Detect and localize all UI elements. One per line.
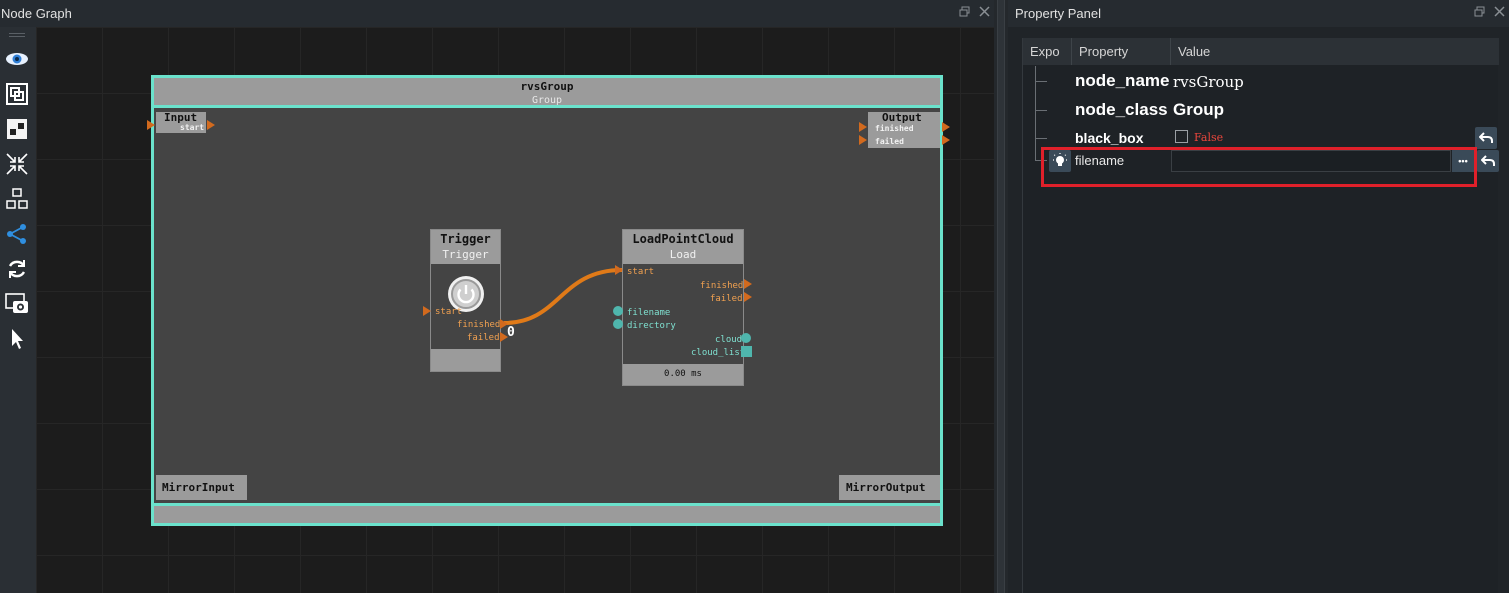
load-out-data-cloud-list[interactable] bbox=[741, 346, 752, 357]
load-node-timing: 0.00 ms bbox=[664, 369, 702, 379]
property-value[interactable]: Group bbox=[1173, 100, 1224, 120]
trigger-port-failed: failed bbox=[467, 333, 500, 343]
load-node-header[interactable]: LoadPointCloud Load bbox=[623, 230, 743, 264]
load-node-subtitle: Load bbox=[669, 248, 697, 261]
property-panel-titlebar: Property Panel bbox=[1008, 0, 1509, 27]
property-row[interactable]: black_box False bbox=[1023, 127, 1499, 149]
trigger-port-start: start bbox=[435, 307, 463, 317]
reset-icon[interactable] bbox=[1477, 150, 1499, 172]
trigger-node-title: Trigger bbox=[440, 232, 491, 246]
column-header-property[interactable]: Property bbox=[1072, 38, 1171, 65]
trigger-finished-count: 0 bbox=[507, 325, 515, 340]
trigger-in-port-start[interactable] bbox=[423, 306, 431, 316]
load-port-directory: directory bbox=[627, 321, 676, 331]
pp-close-icon[interactable] bbox=[1493, 6, 1505, 18]
black-box-value: False bbox=[1194, 131, 1224, 144]
trigger-node-subtitle: Trigger bbox=[442, 248, 489, 261]
load-in-data-directory[interactable] bbox=[613, 319, 623, 329]
load-port-finished: finished bbox=[700, 281, 744, 291]
trigger-port-finished: finished bbox=[457, 320, 501, 330]
highlight-box bbox=[1041, 147, 1477, 187]
property-name: node_name bbox=[1075, 71, 1170, 90]
trigger-node-header[interactable]: Trigger Trigger bbox=[431, 230, 500, 264]
property-row[interactable]: node_name rvsGroup bbox=[1023, 68, 1499, 96]
load-port-filename: filename bbox=[627, 308, 671, 318]
load-out-port-finished[interactable] bbox=[744, 279, 752, 289]
load-node-title: LoadPointCloud bbox=[632, 232, 734, 246]
property-row[interactable]: node_class Group bbox=[1023, 97, 1499, 125]
property-panel-title: Property Panel bbox=[1015, 6, 1101, 21]
load-in-data-filename[interactable] bbox=[613, 306, 623, 316]
trigger-node-footer bbox=[431, 349, 500, 371]
panel-splitter[interactable] bbox=[994, 0, 1008, 593]
column-header-expo[interactable]: Expo bbox=[1023, 38, 1072, 65]
load-port-cloud: cloud bbox=[715, 335, 743, 345]
load-node[interactable]: LoadPointCloud Load start finished faile… bbox=[622, 229, 746, 386]
load-port-cloud-list: cloud_list bbox=[691, 348, 746, 358]
column-header-value[interactable]: Value bbox=[1171, 38, 1499, 65]
load-out-port-failed[interactable] bbox=[744, 292, 752, 302]
load-in-port-start[interactable] bbox=[615, 265, 623, 275]
trigger-node[interactable]: Trigger Trigger start finished failed bbox=[430, 229, 501, 372]
property-name: node_class bbox=[1075, 100, 1168, 119]
property-value[interactable]: rvsGroup bbox=[1173, 73, 1244, 91]
column-value-label: Value bbox=[1178, 44, 1211, 59]
load-node-footer: 0.00 ms bbox=[623, 364, 743, 385]
property-name: black_box bbox=[1075, 130, 1144, 146]
load-port-failed: failed bbox=[710, 294, 743, 304]
reset-icon[interactable] bbox=[1475, 127, 1497, 149]
column-property-label: Property bbox=[1079, 44, 1129, 59]
pp-float-icon[interactable] bbox=[1473, 6, 1485, 18]
property-table-header: Expo Property Value bbox=[1023, 38, 1499, 65]
black-box-checkbox[interactable] bbox=[1175, 130, 1188, 143]
load-port-start: start bbox=[627, 267, 655, 277]
column-expo-label: Expo bbox=[1030, 44, 1060, 59]
load-out-data-cloud[interactable] bbox=[741, 333, 751, 343]
